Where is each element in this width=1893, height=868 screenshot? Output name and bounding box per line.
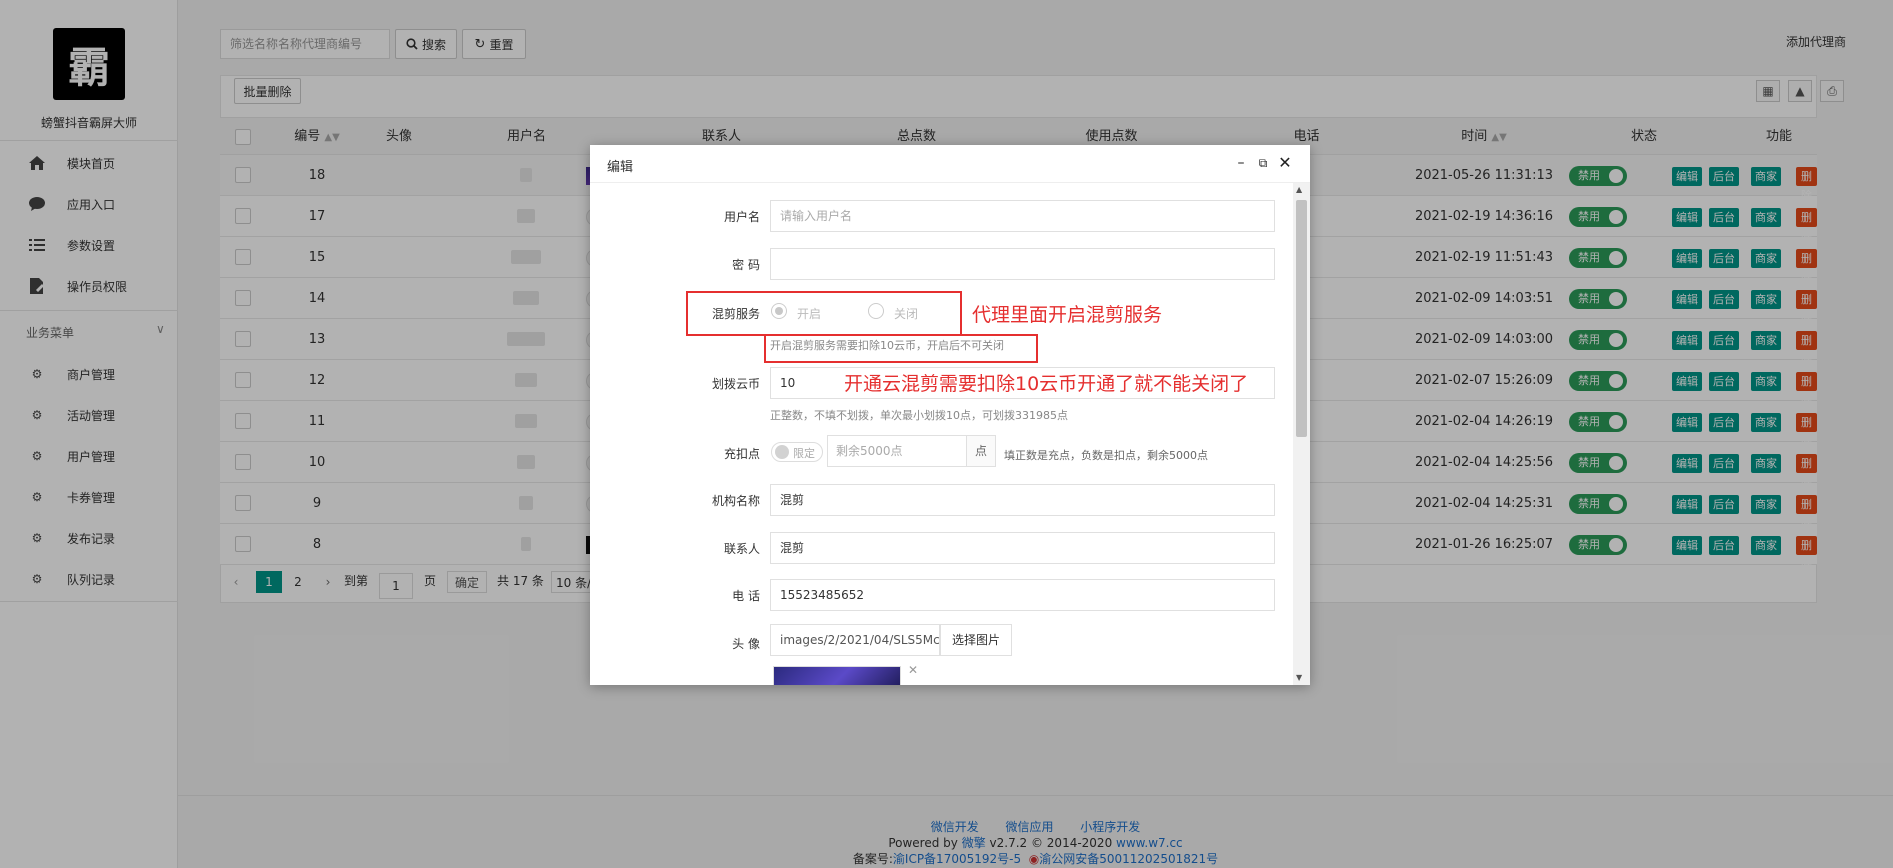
transfer-label: 划拨云币 xyxy=(711,377,760,391)
contact-label: 联系人 xyxy=(723,542,760,556)
username-input[interactable]: 请输入用户名 xyxy=(770,200,1275,232)
minimize-icon[interactable]: – xyxy=(1232,154,1250,172)
annotation-box-hint xyxy=(764,334,1038,363)
recharge-label: 充扣点 xyxy=(723,447,760,461)
close-icon[interactable]: ✕ xyxy=(1276,154,1294,172)
modal-title: 编辑 xyxy=(607,160,634,175)
remove-image-icon[interactable]: ✕ xyxy=(908,663,918,677)
scrollbar-thumb[interactable] xyxy=(1296,200,1307,437)
maximize-icon[interactable]: ⧉ xyxy=(1254,154,1272,172)
phone-label: 电 话 xyxy=(732,589,760,603)
avatar-label: 头 像 xyxy=(732,637,760,651)
annotation-text-1: 代理里面开启混剪服务 xyxy=(972,304,1163,326)
recharge-hint: 填正数是充点，负数是扣点，剩余5000点 xyxy=(1004,449,1208,462)
transfer-hint: 正整数，不填不划拨，单次最小划拨10点，可划拨331985点 xyxy=(770,409,1068,422)
contact-input[interactable]: 混剪 xyxy=(770,532,1275,564)
avatar-path-input[interactable]: images/2/2021/04/SLS5Mc xyxy=(770,624,940,656)
phone-input[interactable]: 15523485652 xyxy=(770,579,1275,611)
points-input[interactable]: 剩余5000点 xyxy=(827,435,967,467)
org-label: 机构名称 xyxy=(711,494,760,508)
username-label: 用户名 xyxy=(723,210,760,224)
avatar-preview-image xyxy=(773,666,901,685)
annotation-box-service xyxy=(686,291,962,336)
choose-image-button[interactable]: 选择图片 xyxy=(940,624,1012,656)
scroll-down-icon[interactable]: ▼ xyxy=(1296,673,1302,682)
limit-label: 限定 xyxy=(793,447,815,460)
scroll-up-icon[interactable]: ▲ xyxy=(1296,185,1302,194)
modal-header: 编辑 – ⧉ ✕ xyxy=(590,145,1310,183)
limit-toggle[interactable]: 限定 xyxy=(771,442,823,462)
points-unit: 点 xyxy=(966,435,996,467)
password-label: 密 码 xyxy=(732,258,760,272)
password-input[interactable] xyxy=(770,248,1275,280)
toggle-knob xyxy=(775,445,789,459)
annotation-text-2: 开通云混剪需要扣除10云币开通了就不能关闭了 xyxy=(844,373,1249,395)
org-input[interactable]: 混剪 xyxy=(770,484,1275,516)
edit-modal: 编辑 – ⧉ ✕ 用户名 请输入用户名 密 码 混剪服务 开启 关闭 开启混剪服… xyxy=(590,145,1310,685)
